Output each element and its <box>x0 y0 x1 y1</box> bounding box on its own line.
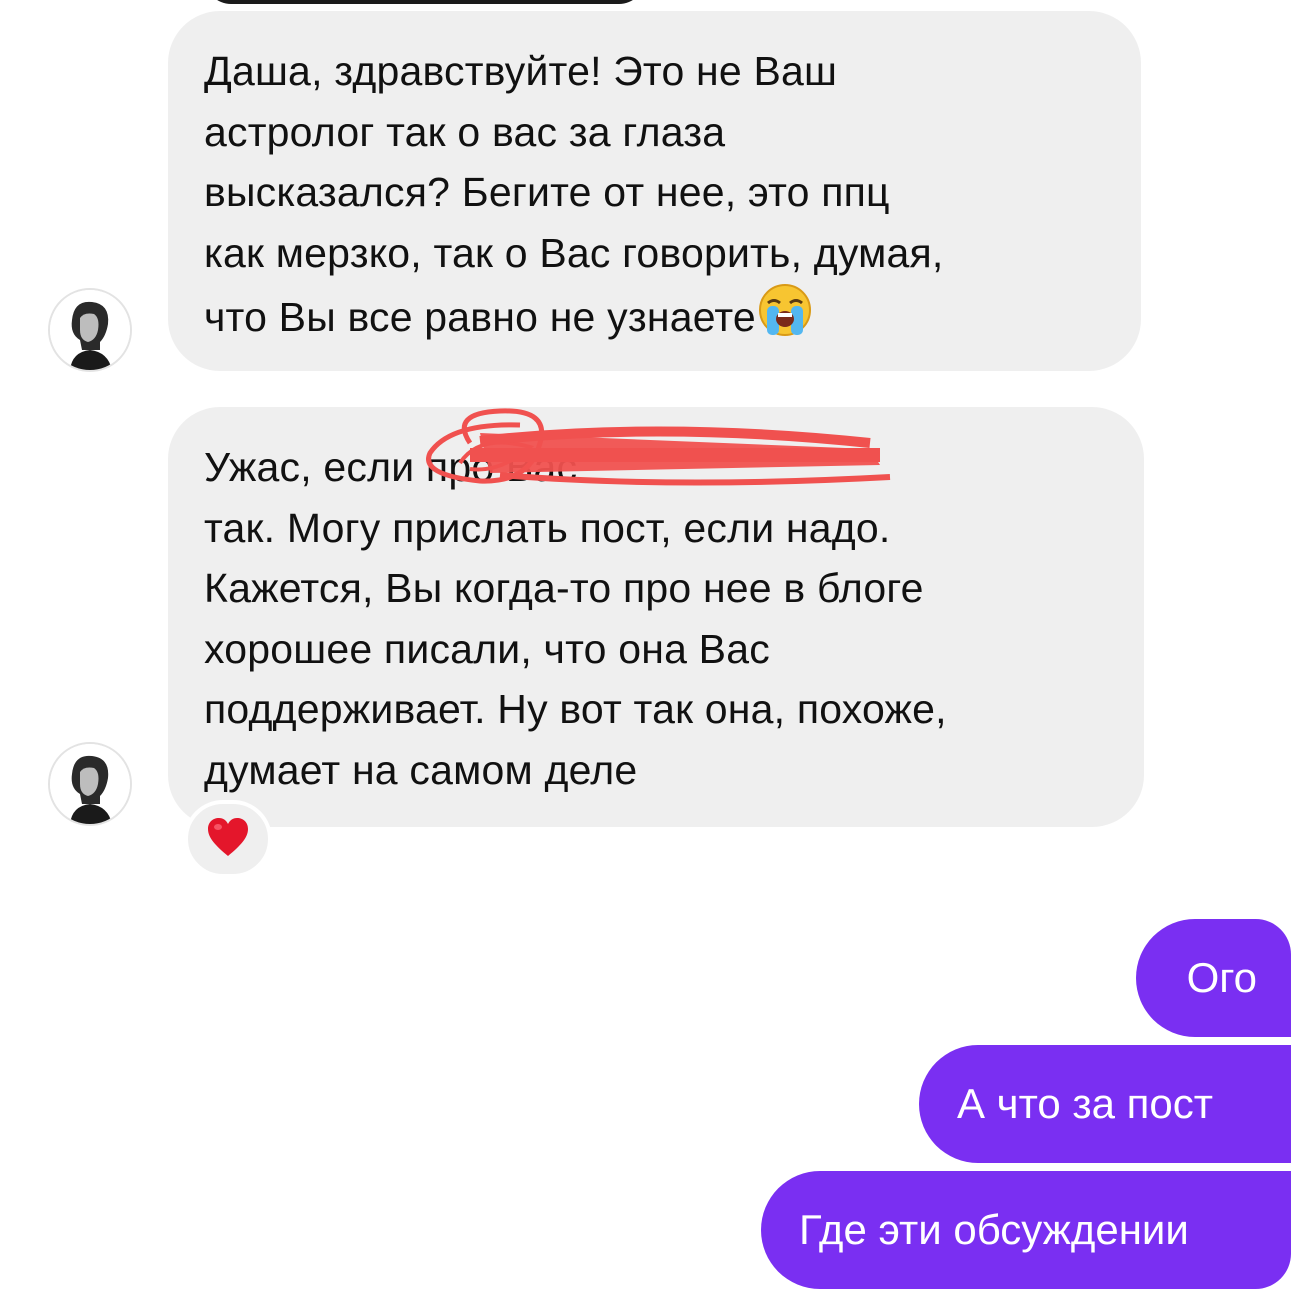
outgoing-message-bubble[interactable]: А что за пост <box>919 1045 1291 1163</box>
message-text: А что за пост <box>957 1080 1213 1127</box>
outgoing-message-bubble[interactable]: Ого <box>1136 919 1291 1037</box>
message-text: Даша, здравствуйте! Это не Ваш астролог … <box>204 48 944 340</box>
sender-avatar[interactable] <box>48 742 132 826</box>
heart-reaction[interactable] <box>184 800 272 878</box>
sender-avatar[interactable] <box>48 288 132 372</box>
incoming-message-bubble[interactable]: Ужас, если про Вас так. Могу прислать по… <box>168 407 1144 827</box>
message-text: Ого <box>1186 954 1257 1001</box>
loudly-crying-face-icon <box>758 283 812 354</box>
message-text: Где эти обсуждении <box>799 1206 1189 1253</box>
red-heart-icon <box>206 816 250 863</box>
message-text: Ужас, если про Вас так. Могу прислать по… <box>204 444 947 793</box>
outgoing-message-bubble[interactable]: Где эти обсуждении <box>761 1171 1291 1289</box>
incoming-message-bubble[interactable]: Даша, здравствуйте! Это не Ваш астролог … <box>168 11 1141 371</box>
previous-message-edge <box>205 0 645 4</box>
